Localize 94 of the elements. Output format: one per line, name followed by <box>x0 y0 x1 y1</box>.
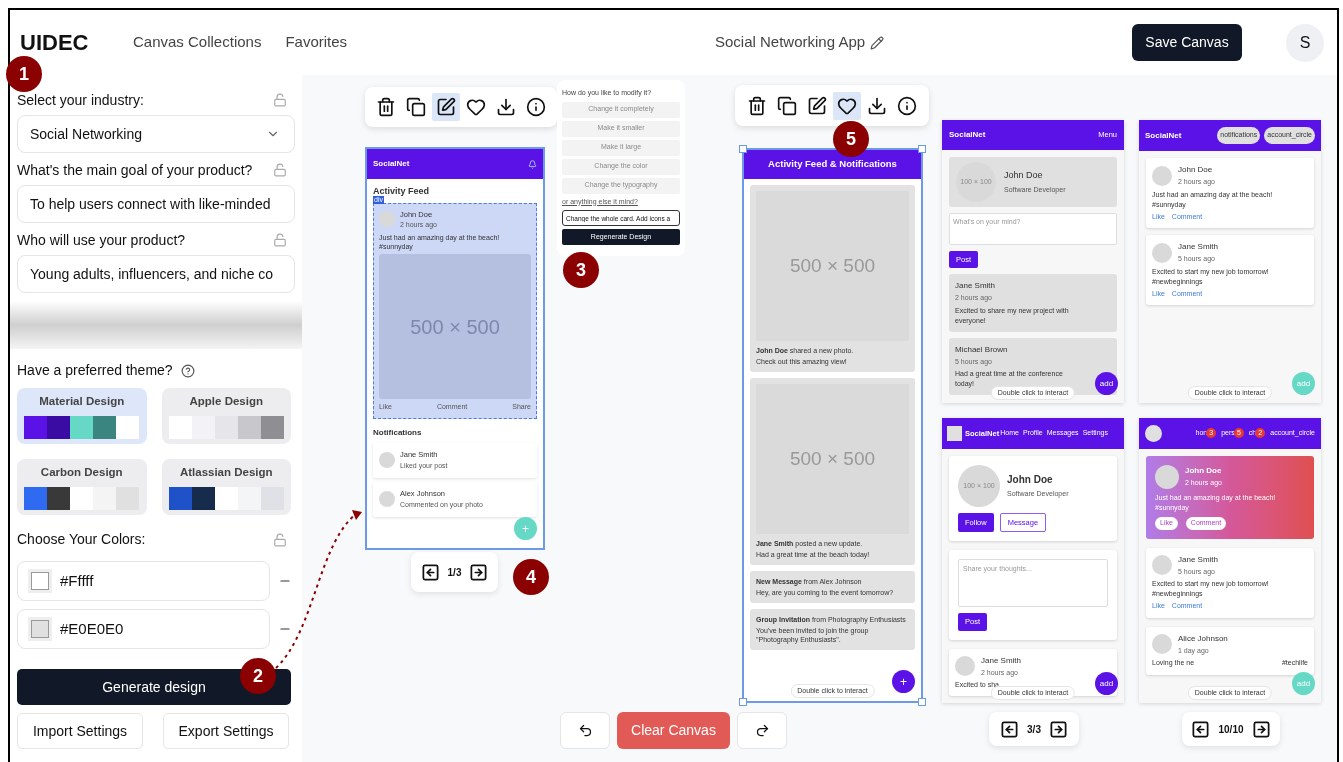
page-counter: 1/3 <box>447 565 462 580</box>
heart-icon <box>466 97 486 117</box>
app-title: Activity Feed & Notifications <box>768 157 897 172</box>
avatar-placeholder <box>1152 165 1172 186</box>
theme-card[interactable]: Material Design <box>17 388 147 444</box>
avatar-placeholder <box>1152 634 1172 655</box>
heart-icon <box>837 95 857 116</box>
edit-icon <box>436 97 456 117</box>
placeholder-label: 500 × 500 <box>789 446 876 471</box>
logo-placeholder <box>947 426 962 441</box>
copy-icon <box>777 95 797 116</box>
avatar-placeholder <box>1152 555 1172 576</box>
section-title: Activity Feed <box>373 185 431 197</box>
avatar-placeholder <box>379 211 395 228</box>
arrow-left-icon <box>1191 719 1211 739</box>
field-label: Who will use your product? <box>17 230 186 250</box>
redo-button[interactable] <box>737 712 787 749</box>
theme-card[interactable]: Apple Design <box>161 388 291 444</box>
import-button[interactable]: Import Settings <box>17 713 143 749</box>
avatar-placeholder <box>379 452 395 469</box>
field-label: What's the main goal of your product? <box>17 160 253 180</box>
arrow-right-icon <box>469 562 489 582</box>
add-button[interactable]: + <box>892 670 915 693</box>
theme-card[interactable]: Carbon Design <box>17 459 147 515</box>
avatar-placeholder <box>1155 465 1179 489</box>
user-avatar[interactable]: S <box>1286 23 1324 62</box>
app-logo: UIDEC <box>20 29 90 57</box>
undo-icon <box>577 723 593 738</box>
post-author: Jane Smith <box>981 654 1022 667</box>
info-icon <box>897 95 917 116</box>
save-button[interactable]: Save Canvas <box>1132 24 1242 61</box>
edit-icon <box>807 95 827 116</box>
post-author: John Doe <box>1178 164 1214 176</box>
app-title: SocialNet <box>949 129 986 141</box>
next-button[interactable] <box>469 562 489 582</box>
theme-card[interactable]: Atlassian Design <box>161 459 291 515</box>
nav-link[interactable]: Canvas Collections <box>133 31 262 54</box>
copy-icon <box>406 97 426 117</box>
profile-name: John Doe <box>1007 473 1054 488</box>
profile-name: John Doe <box>1004 169 1044 182</box>
page-counter: 10/10 <box>1218 722 1244 737</box>
avatar-placeholder <box>1152 242 1172 263</box>
industry-select[interactable]: Social Networking <box>17 115 295 153</box>
info-icon <box>526 97 546 117</box>
field-label: Select your industry: <box>17 90 144 110</box>
resize-handle[interactable] <box>918 698 926 706</box>
app-title: SocialNet <box>1145 129 1182 142</box>
avatar-placeholder <box>955 656 975 677</box>
trash-icon <box>747 95 767 116</box>
arrow-left-icon <box>1000 719 1020 739</box>
download-icon <box>496 97 516 117</box>
project-title: Social Networking App <box>715 32 866 53</box>
bell-icon[interactable] <box>528 159 537 169</box>
color-field[interactable]: #Fffff <box>17 561 270 601</box>
undo-button[interactable] <box>560 712 610 749</box>
section-label: Have a preferred theme? <box>17 361 173 380</box>
arrow-right-icon <box>1251 719 1271 739</box>
export-button[interactable]: Export Settings <box>163 713 289 749</box>
app-title: SocialNet <box>373 158 410 170</box>
placeholder-label: 500 × 500 <box>789 253 876 278</box>
section-label: Choose Your Colors: <box>17 530 146 549</box>
trash-icon <box>376 97 396 117</box>
resize-handle[interactable] <box>918 145 926 153</box>
next-button[interactable] <box>1251 719 1271 739</box>
arrow-left-icon <box>420 562 440 582</box>
text-field[interactable]: To help users connect with like-minded <box>17 185 295 223</box>
avatar-placeholder <box>379 491 395 508</box>
placeholder-label: 500 × 500 <box>410 314 500 340</box>
help-icon[interactable] <box>180 363 195 378</box>
post-author: Michael Brown <box>955 343 1008 356</box>
post-author: John Doe <box>1185 465 1222 478</box>
nav-link[interactable]: Favorites <box>285 31 348 54</box>
text-field[interactable]: Young adults, influencers, and niche co <box>17 255 295 293</box>
post-author: Alice Johnson <box>1178 632 1228 645</box>
previous-button[interactable] <box>1000 719 1020 739</box>
resize-handle[interactable] <box>739 698 747 706</box>
download-icon <box>867 95 887 116</box>
color-field[interactable]: #E0E0E0 <box>17 609 270 649</box>
pencil-icon[interactable] <box>870 35 885 50</box>
avatar-placeholder <box>1145 425 1162 442</box>
previous-button[interactable] <box>1191 719 1211 739</box>
clear-canvas-button[interactable]: Clear Canvas <box>617 712 730 749</box>
next-button[interactable] <box>1048 719 1068 739</box>
redo-icon <box>754 723 770 738</box>
resize-handle[interactable] <box>739 145 747 153</box>
post-author: Jane Smith <box>1178 241 1219 253</box>
edit-button[interactable] <box>432 93 460 121</box>
arrow-right-icon <box>1048 719 1068 739</box>
post-author: Jane Smith <box>1178 553 1219 566</box>
section-title: Notifications <box>373 426 423 439</box>
favorite-button[interactable] <box>833 91 861 120</box>
page-counter: 3/3 <box>1027 722 1041 737</box>
previous-button[interactable] <box>420 562 440 582</box>
post-author: Jane Smith <box>955 280 996 293</box>
